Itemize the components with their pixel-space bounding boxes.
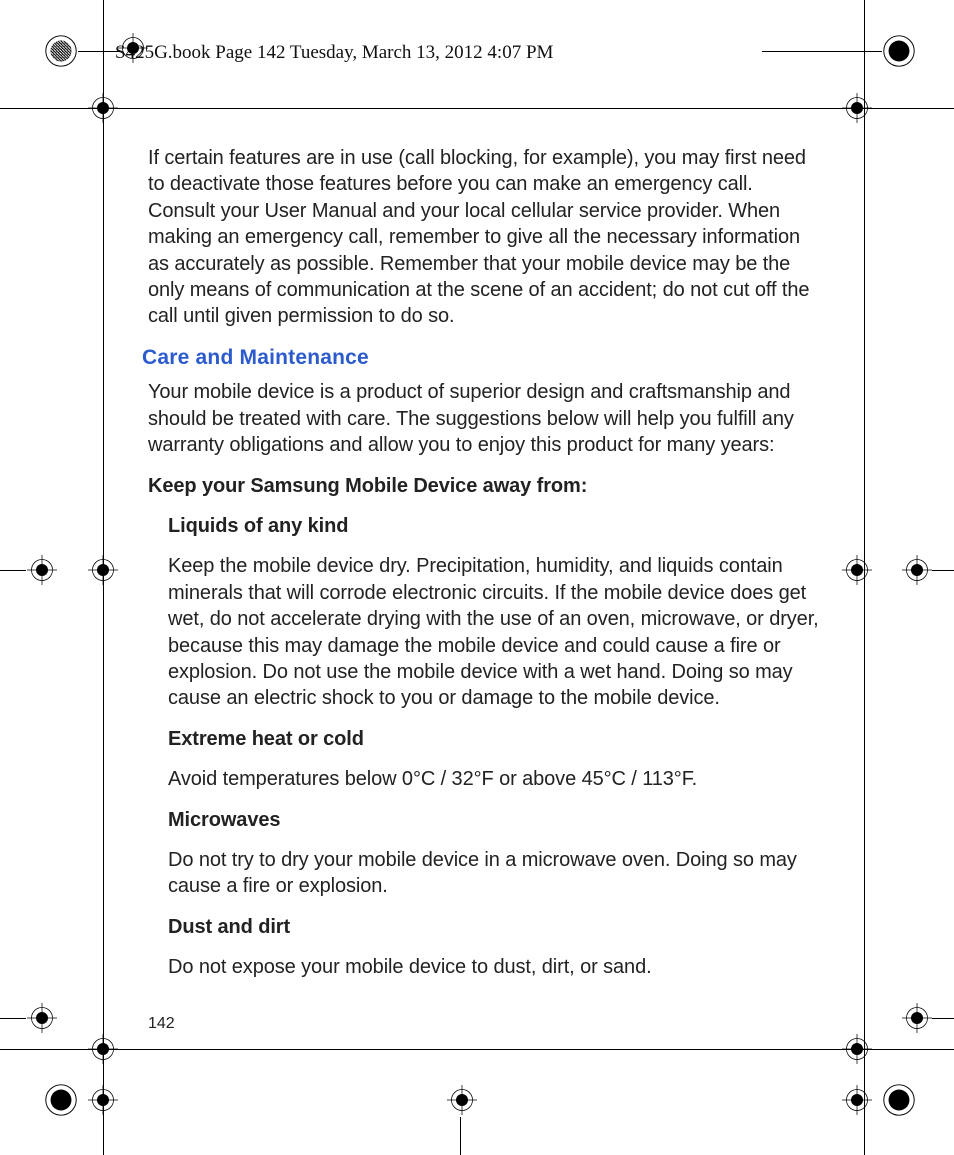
crosshair-mark-icon — [27, 1003, 57, 1033]
crosshair-mark-icon — [447, 1085, 477, 1115]
crosshair-mark-icon — [842, 1034, 872, 1064]
crop-line — [0, 1049, 954, 1050]
document-page: S425G.book Page 142 Tuesday, March 13, 2… — [0, 0, 954, 1155]
crosshair-mark-icon — [842, 93, 872, 123]
item-title: Microwaves — [168, 807, 822, 833]
page-content: If certain features are in use (call blo… — [148, 145, 822, 994]
crosshair-mark-icon — [88, 93, 118, 123]
tick-line — [932, 1018, 954, 1019]
item-title: Liquids of any kind — [168, 513, 822, 539]
intro-paragraph: If certain features are in use (call blo… — [148, 145, 822, 330]
page-number: 142 — [148, 1015, 175, 1033]
item-text: Avoid temperatures below 0°C / 32°F or a… — [168, 766, 822, 792]
crosshair-mark-icon — [88, 1034, 118, 1064]
crosshair-mark-icon — [88, 555, 118, 585]
section-heading: Care and Maintenance — [142, 344, 822, 372]
crosshair-mark-icon — [902, 1003, 932, 1033]
tick-line — [0, 1018, 26, 1019]
registration-mark-icon — [42, 1081, 80, 1119]
tick-line — [78, 51, 120, 52]
registration-mark-icon — [880, 32, 918, 70]
item-text: Do not expose your mobile device to dust… — [168, 954, 822, 980]
tick-line — [460, 1117, 461, 1155]
keep-away-heading: Keep your Samsung Mobile Device away fro… — [148, 473, 822, 499]
crosshair-mark-icon — [27, 555, 57, 585]
crosshair-mark-icon — [842, 1085, 872, 1115]
registration-mark-icon — [880, 1081, 918, 1119]
tick-line — [0, 570, 26, 571]
item-title: Extreme heat or cold — [168, 726, 822, 752]
item-text: Keep the mobile device dry. Precipitatio… — [168, 553, 822, 711]
section-intro: Your mobile device is a product of super… — [148, 379, 822, 458]
registration-mark-icon — [42, 32, 80, 70]
tick-line — [762, 51, 882, 52]
crosshair-mark-icon — [902, 555, 932, 585]
crop-line — [0, 108, 954, 109]
item-text: Do not try to dry your mobile device in … — [168, 847, 822, 900]
crosshair-mark-icon — [842, 555, 872, 585]
crosshair-mark-icon — [88, 1085, 118, 1115]
crosshair-mark-icon — [118, 33, 148, 63]
tick-line — [932, 570, 954, 571]
item-block: Liquids of any kind Keep the mobile devi… — [168, 513, 822, 980]
item-title: Dust and dirt — [168, 914, 822, 940]
running-header: S425G.book Page 142 Tuesday, March 13, 2… — [115, 42, 553, 64]
